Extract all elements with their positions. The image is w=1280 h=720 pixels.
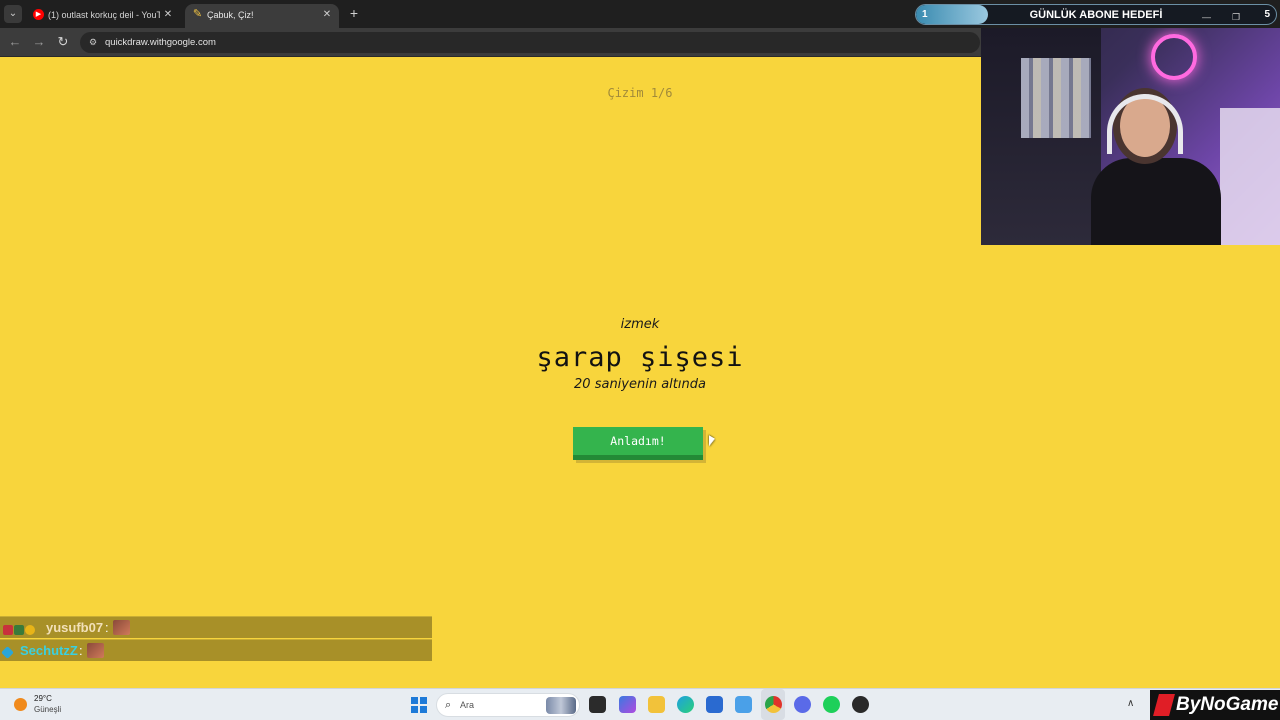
tab-youtube[interactable]: ▶ (1) outlast korkuç deil - YouTub ✕ bbox=[26, 4, 180, 28]
prompt-prefix: izmek bbox=[620, 317, 660, 332]
restore-icon[interactable]: ❐ bbox=[1232, 11, 1240, 23]
bynogame-mark-icon bbox=[1153, 694, 1175, 716]
streamer-body bbox=[1091, 158, 1221, 245]
taskbar: 29°C Güneşli ⌕ Ara ∧ bbox=[0, 688, 1280, 720]
brand-text: ByNoGame bbox=[1176, 694, 1279, 715]
emote-icon bbox=[87, 643, 104, 658]
bynogame-logo: ByNoGame bbox=[1150, 690, 1280, 720]
webcam-clothes bbox=[1021, 58, 1091, 138]
user-badges bbox=[3, 621, 36, 635]
url-field[interactable]: ⚙ quickdraw.withgoogle.com bbox=[80, 32, 980, 53]
tab-title: Çabuk, Çiz! bbox=[207, 10, 254, 20]
file-explorer-icon[interactable] bbox=[648, 696, 665, 713]
tab-quickdraw[interactable]: ✎ Çabuk, Çiz! ✕ bbox=[185, 4, 339, 28]
chrome-icon[interactable] bbox=[765, 696, 782, 713]
coin-badge-icon bbox=[25, 624, 35, 635]
webcam-wall bbox=[1220, 108, 1280, 245]
gem-badge-icon bbox=[3, 624, 13, 635]
chevron-up-icon[interactable]: ∧ bbox=[1127, 697, 1134, 711]
goal-title: GÜNLÜK ABONE HEDEFİ bbox=[1029, 9, 1163, 21]
neon-skull-sign bbox=[1151, 34, 1197, 80]
tab-search-button[interactable]: ⌄ bbox=[4, 5, 22, 23]
sun-icon[interactable] bbox=[14, 698, 27, 711]
chat-separator: : bbox=[105, 620, 109, 635]
spotify-icon[interactable] bbox=[823, 696, 840, 713]
subscriber-badge-icon bbox=[14, 624, 24, 635]
goal-target: 5 bbox=[1264, 9, 1270, 20]
goal-current: 1 bbox=[922, 9, 928, 20]
site-info-icon[interactable]: ⚙ bbox=[86, 35, 100, 49]
got-it-button[interactable]: Anladım! bbox=[573, 427, 703, 460]
back-button[interactable]: ← bbox=[5, 33, 25, 51]
search-icon: ⌕ bbox=[445, 699, 452, 711]
url-text: quickdraw.withgoogle.com bbox=[105, 37, 216, 48]
webcam-feed bbox=[981, 28, 1280, 245]
start-button[interactable] bbox=[411, 697, 427, 713]
taskbar-search[interactable]: ⌕ Ara bbox=[436, 693, 580, 717]
chat-message: yusufb07 : bbox=[0, 616, 432, 638]
new-tab-button[interactable]: + bbox=[346, 5, 362, 21]
emote-icon bbox=[113, 620, 130, 635]
mouse-cursor-icon bbox=[709, 435, 715, 450]
forward-button[interactable]: → bbox=[29, 33, 49, 51]
store-icon[interactable] bbox=[706, 696, 723, 713]
obs-icon[interactable] bbox=[852, 696, 869, 713]
chat-username[interactable]: yusufb07 bbox=[46, 619, 103, 636]
streamer bbox=[1091, 88, 1221, 245]
chat-separator: : bbox=[79, 643, 83, 658]
weather-description[interactable]: Güneşli bbox=[34, 705, 61, 715]
chat-username[interactable]: SechutzZ bbox=[20, 642, 78, 659]
youtube-icon: ▶ bbox=[33, 9, 44, 20]
outlook-icon[interactable] bbox=[735, 696, 752, 713]
pencil-icon: ✎ bbox=[192, 8, 203, 20]
minimize-icon[interactable]: — bbox=[1202, 11, 1211, 23]
headset-icon bbox=[1107, 94, 1183, 154]
user-badges bbox=[1, 644, 14, 660]
weather-temperature[interactable]: 29°C bbox=[34, 694, 52, 704]
edge-icon[interactable] bbox=[677, 696, 694, 713]
close-icon[interactable]: ✕ bbox=[162, 8, 174, 22]
stream-chat: yusufb07 : SechutzZ : bbox=[0, 616, 432, 662]
diamond-badge-icon bbox=[1, 646, 14, 660]
task-view-icon[interactable] bbox=[589, 696, 606, 713]
search-highlight-icon bbox=[546, 697, 576, 714]
close-icon[interactable]: ✕ bbox=[321, 8, 333, 22]
chat-message: SechutzZ : bbox=[0, 639, 432, 661]
search-label: Ara bbox=[460, 700, 475, 710]
tab-title: (1) outlast korkuç deil - YouTub bbox=[48, 10, 160, 20]
discord-icon[interactable] bbox=[794, 696, 811, 713]
prompt-word: şarap şişesi bbox=[536, 342, 744, 373]
subscriber-goal-bar: 1 GÜNLÜK ABONE HEDEFİ — ❐ 5 bbox=[915, 4, 1277, 25]
drawing-counter: Çizim 1/6 bbox=[607, 86, 673, 100]
copilot-icon[interactable] bbox=[619, 696, 636, 713]
reload-button[interactable]: ↻ bbox=[53, 33, 73, 51]
prompt-time-hint: 20 saniyenin altında bbox=[574, 377, 706, 392]
